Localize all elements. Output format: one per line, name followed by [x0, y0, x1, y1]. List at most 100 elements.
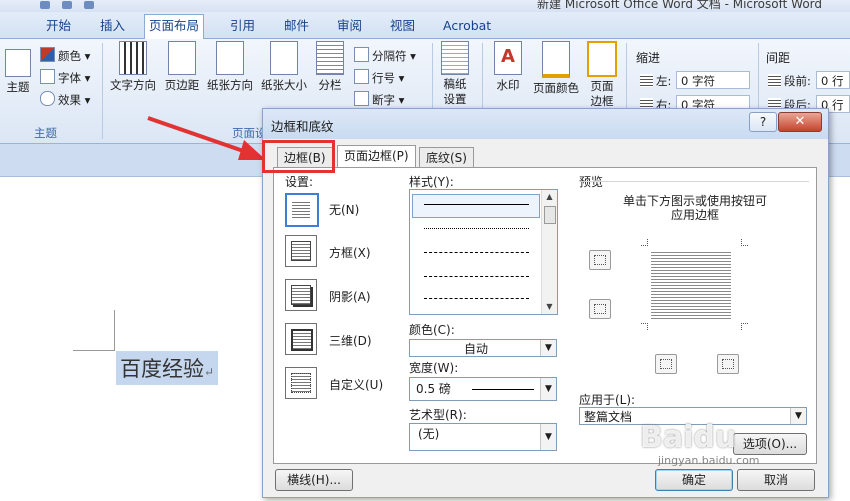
setting-3d-icon[interactable] [285, 323, 317, 355]
text-direction-button[interactable]: 文字方向 [108, 41, 158, 93]
preview-divider [581, 181, 809, 182]
help-button[interactable]: ? [749, 112, 777, 132]
watermark-label: 水印 [496, 78, 520, 92]
setting-custom-icon[interactable] [285, 367, 317, 399]
indent-left-input[interactable]: 0 字符 [676, 71, 750, 89]
chevron-down-icon: ▼ [540, 378, 556, 400]
hyphenation-button[interactable]: 断字 ▾ [354, 91, 404, 108]
art-select[interactable]: (无) ▼ [409, 423, 557, 451]
width-value: 0.5 磅 [416, 382, 451, 396]
theme-fonts-button[interactable]: 字体 ▾ [40, 69, 90, 86]
bottom-border-button[interactable] [589, 299, 611, 319]
scroll-up-icon[interactable]: ▲ [542, 190, 557, 204]
style-dashed-fine[interactable] [424, 252, 529, 253]
quick-access-toolbar[interactable] [40, 0, 120, 10]
theme-colors-button[interactable]: 颜色 ▾ [40, 47, 90, 64]
ribbon-tabs: 开始 插入 页面布局 引用 邮件 审阅 视图 Acrobat [0, 12, 850, 40]
setting-box-icon[interactable] [285, 235, 317, 267]
chevron-down-icon: ▼ [790, 408, 806, 424]
watermark-button[interactable]: A 水印 [490, 41, 526, 93]
page-color-button[interactable]: 页面颜色 [530, 41, 582, 96]
scroll-thumb[interactable] [544, 206, 556, 224]
size-icon [270, 41, 298, 75]
style-list[interactable]: ▲ ▼ [409, 189, 558, 315]
themes-label: 主题 [6, 80, 30, 94]
size-button[interactable]: 纸张大小 [258, 41, 310, 93]
ok-button[interactable]: 确定 [655, 469, 733, 491]
scroll-down-icon[interactable]: ▼ [542, 300, 557, 314]
preview-hint-line2: 应用边框 [671, 208, 720, 222]
document-text[interactable]: 百度经验↵ [116, 351, 219, 385]
setting-none-label[interactable]: 无(N) [329, 201, 359, 218]
window-title: 新建 Microsoft Office Word 文档 - Microsoft … [537, 0, 822, 11]
themes-button[interactable]: 主题 [2, 41, 34, 95]
preview-corner-mark [641, 323, 648, 330]
top-border-button[interactable] [589, 250, 611, 270]
right-border-button[interactable] [717, 354, 739, 374]
left-border-button[interactable] [655, 354, 677, 374]
style-solid[interactable] [424, 204, 529, 205]
settings-label: 设置: [285, 175, 314, 189]
orientation-button[interactable]: 纸张方向 [204, 41, 256, 93]
line-numbers-button[interactable]: 行号 ▾ [354, 69, 404, 86]
ribbon-separator [102, 43, 103, 139]
tab-review[interactable]: 审阅 [333, 15, 366, 37]
setting-3d-label[interactable]: 三维(D) [329, 332, 372, 349]
setting-shadow-icon[interactable] [285, 279, 317, 311]
margins-label: 页边距 [164, 78, 200, 92]
tab-mailings[interactable]: 邮件 [280, 15, 313, 37]
spacing-before-text: 段前: [784, 74, 811, 88]
style-dashed[interactable] [424, 276, 529, 277]
chevron-down-icon: ▼ [540, 340, 556, 356]
spacing-before-input[interactable]: 0 行 [816, 71, 850, 89]
annotation-highlight-box [262, 140, 335, 173]
setting-none-icon[interactable] [285, 193, 319, 227]
cancel-button[interactable]: 取消 [737, 469, 815, 491]
tab-page-layout[interactable]: 页面布局 [144, 14, 205, 40]
annotation-arrow [147, 116, 266, 160]
preview-area[interactable] [651, 250, 731, 320]
text-direction-label: 文字方向 [110, 78, 156, 92]
baidu-watermark: Baidu jingyan.baidu.com [640, 420, 760, 467]
theme-colors-label: 颜色 [58, 49, 81, 63]
color-value: 自动 [464, 342, 489, 356]
tab-view[interactable]: 视图 [386, 15, 419, 37]
setting-shadow-label[interactable]: 阴影(A) [329, 288, 371, 305]
draft-paper-button[interactable]: 稿纸 设置 [438, 41, 472, 107]
tab-references[interactable]: 引用 [226, 15, 259, 37]
width-preview-line [472, 389, 534, 390]
margins-icon [168, 41, 196, 75]
chevron-down-icon: ▼ [540, 424, 556, 450]
style-scrollbar[interactable]: ▲ ▼ [541, 190, 557, 314]
margins-button[interactable]: 页边距 [162, 41, 202, 93]
art-label: 艺术型(R): [409, 408, 467, 422]
style-dotted[interactable] [424, 228, 529, 229]
dialog-title-bar[interactable]: 边框和底纹 ? ✕ [263, 109, 828, 139]
draft-paper-icon [441, 41, 469, 75]
style-dash-dot[interactable] [424, 298, 529, 299]
width-label: 宽度(W): [409, 361, 459, 375]
tab-shading[interactable]: 底纹(S) [419, 147, 474, 168]
borders-shading-dialog: 边框和底纹 ? ✕ 边框(B) 页面边框(P) 底纹(S) 设置: 无(N) 方… [262, 108, 829, 498]
tab-page-border[interactable]: 页面边框(P) [337, 145, 416, 169]
tab-insert[interactable]: 插入 [96, 15, 129, 37]
breaks-button[interactable]: 分隔符 ▾ [354, 47, 416, 64]
hyphenation-label: 断字 [372, 93, 395, 107]
orientation-icon [216, 41, 244, 75]
page-borders-button[interactable]: 页面 边框 [586, 41, 618, 109]
columns-button[interactable]: 分栏 [312, 41, 348, 93]
theme-effects-button[interactable]: 效果 ▾ [40, 91, 90, 108]
breaks-label: 分隔符 [372, 49, 407, 63]
tab-home[interactable]: 开始 [42, 15, 75, 37]
theme-fonts-label: 字体 [58, 71, 81, 85]
options-button[interactable]: 选项(O)... [733, 433, 807, 455]
tab-acrobat[interactable]: Acrobat [439, 15, 495, 37]
setting-custom-label[interactable]: 自定义(U) [329, 376, 383, 393]
horizontal-line-button[interactable]: 横线(H)... [275, 469, 353, 491]
width-select[interactable]: 0.5 磅 ▼ [409, 377, 557, 401]
setting-box-label[interactable]: 方框(X) [329, 244, 371, 261]
color-select[interactable]: 自动 ▼ [409, 339, 557, 357]
close-button[interactable]: ✕ [778, 112, 822, 132]
orientation-label: 纸张方向 [207, 78, 253, 92]
text-direction-icon [119, 41, 147, 75]
